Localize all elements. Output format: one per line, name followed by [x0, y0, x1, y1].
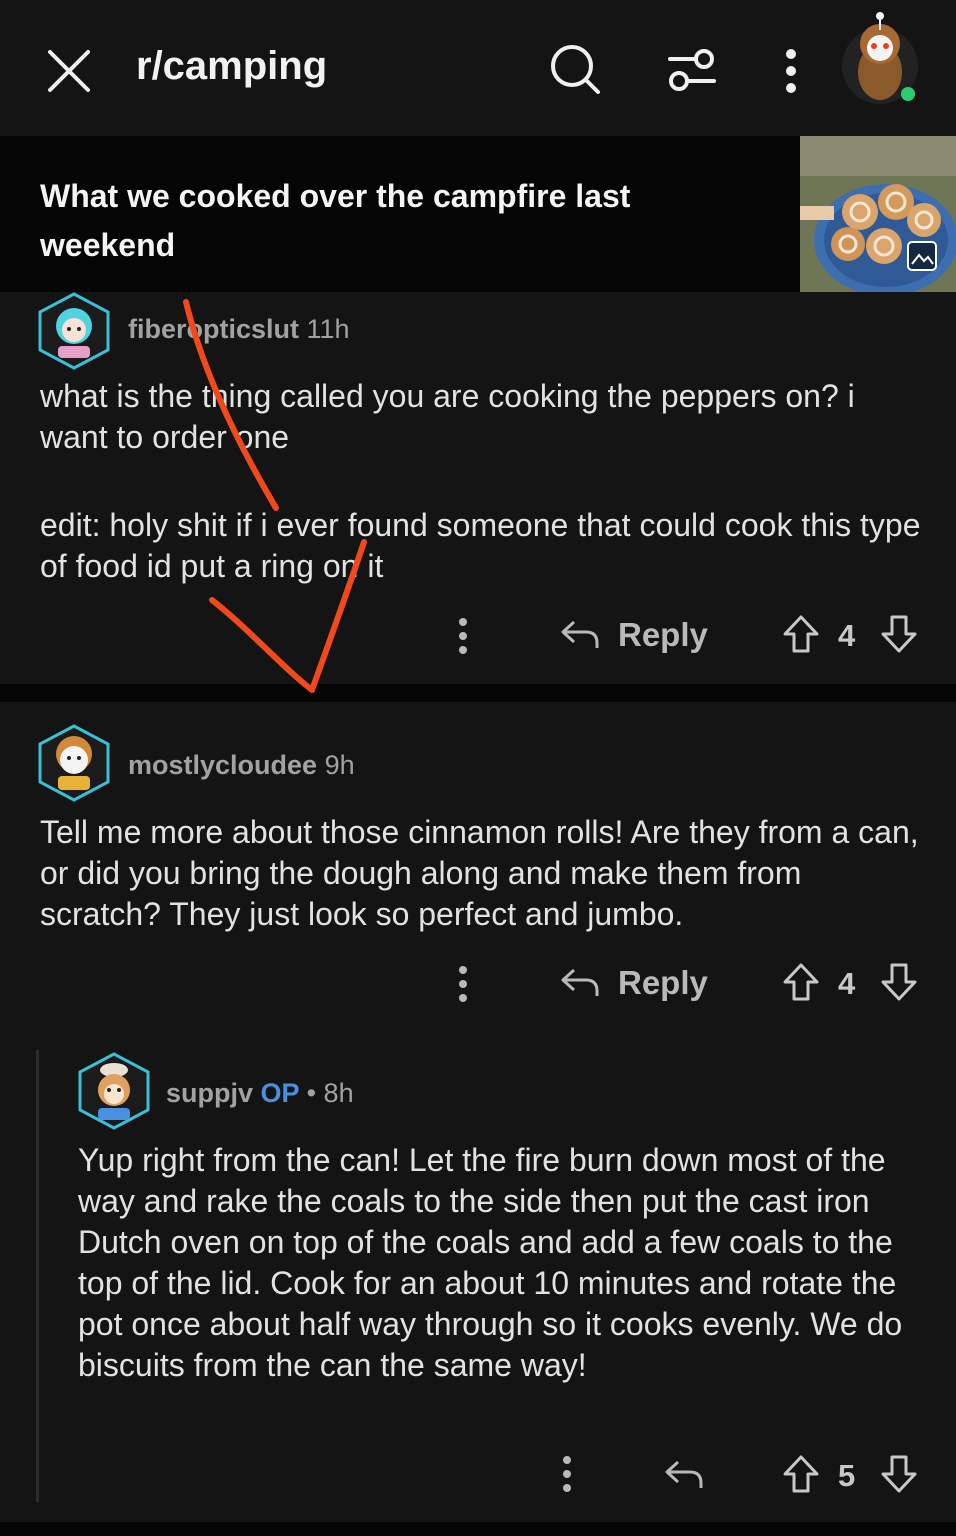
more-vertical-icon[interactable] [780, 46, 802, 96]
comment-body: what is the thing called you are cooking… [40, 376, 930, 587]
vote-count: 4 [838, 618, 856, 653]
reply-icon[interactable] [560, 618, 600, 652]
comment-fiberopticslut: fiberopticslut 11h what is the thing cal… [0, 292, 956, 684]
comment-author[interactable]: suppjv OP • 8h [166, 1078, 354, 1109]
more-options-icon[interactable] [558, 1454, 576, 1494]
vote-count: 5 [838, 1458, 856, 1493]
more-options-icon[interactable] [454, 964, 472, 1004]
post-header[interactable]: What we cooked over the campfire last we… [0, 136, 956, 292]
comment-paragraph: what is the thing called you are cooking… [40, 378, 855, 455]
user-avatar[interactable] [36, 724, 112, 802]
filter-sliders-icon[interactable] [666, 44, 718, 96]
comment-divider [0, 1522, 956, 1536]
user-avatar[interactable] [76, 1052, 152, 1130]
upvote-icon[interactable] [782, 614, 820, 654]
comment-body: Tell me more about those cinnamon rolls!… [40, 814, 919, 932]
profile-avatar[interactable] [838, 6, 928, 106]
comment-author[interactable]: fiberopticslut 11h [128, 314, 350, 345]
separator-dot: • [306, 1078, 317, 1108]
upvote-icon[interactable] [782, 1454, 820, 1494]
comment-author[interactable]: mostlycloudee 9h [128, 750, 355, 781]
online-status-dot [901, 87, 915, 101]
comment-body: Yup right from the can! Let the fire bur… [78, 1142, 903, 1383]
reply-button[interactable]: Reply [618, 964, 708, 1002]
username[interactable]: mostlycloudee [128, 750, 317, 780]
user-avatar[interactable] [36, 292, 112, 370]
reply-button[interactable]: Reply [618, 616, 708, 654]
downvote-icon[interactable] [880, 1454, 918, 1494]
post-title[interactable]: What we cooked over the campfire last we… [40, 172, 740, 270]
more-options-icon[interactable] [454, 616, 472, 656]
post-thumbnail[interactable] [800, 136, 956, 292]
downvote-icon[interactable] [880, 614, 918, 654]
downvote-icon[interactable] [880, 962, 918, 1002]
op-badge: OP [260, 1078, 300, 1108]
comment-age: 9h [324, 750, 355, 780]
username[interactable]: suppjv [166, 1078, 253, 1108]
search-icon[interactable] [548, 42, 602, 96]
close-icon[interactable] [44, 46, 94, 96]
comment-age: 11h [306, 314, 350, 344]
image-gallery-icon [907, 241, 937, 271]
thread-indent-line[interactable] [36, 1050, 39, 1502]
comment-paragraph: edit: holy shit if i ever found someone … [40, 507, 921, 584]
comment-age: 8h [323, 1078, 354, 1108]
upvote-icon[interactable] [782, 962, 820, 1002]
subreddit-title[interactable]: r/camping [136, 44, 327, 89]
reply-icon[interactable] [664, 1458, 704, 1492]
top-app-bar: r/camping [0, 0, 956, 136]
username[interactable]: fiberopticslut [128, 314, 299, 344]
comment-divider [0, 684, 956, 702]
vote-count: 4 [838, 966, 856, 1001]
reply-icon[interactable] [560, 966, 600, 1000]
